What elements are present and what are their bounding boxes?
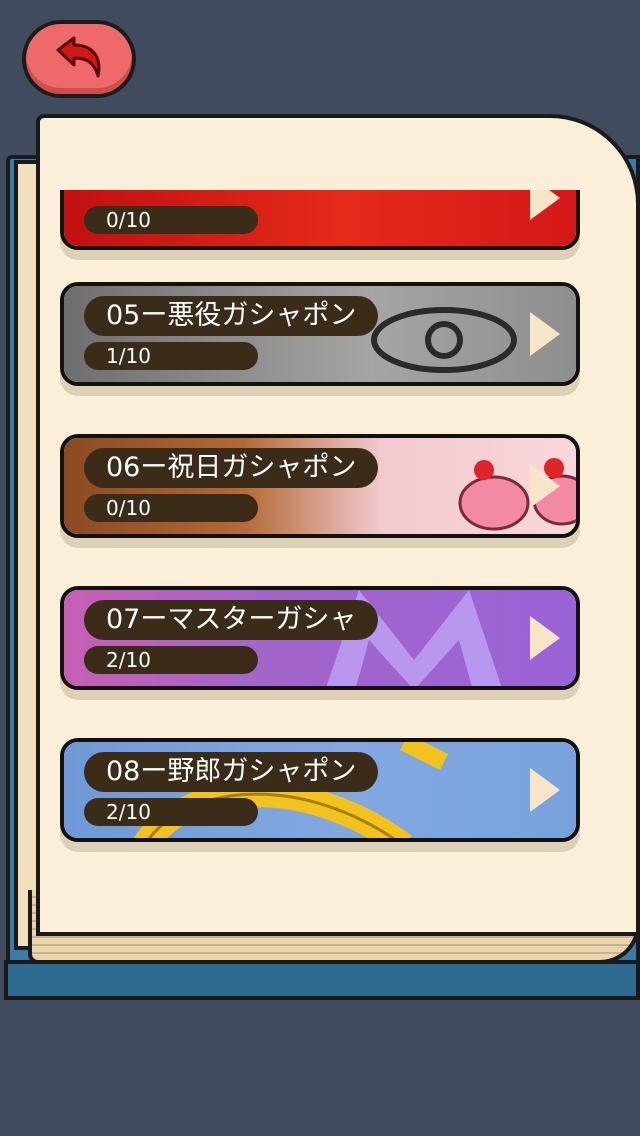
gacha-card-05[interactable]: 05ー悪役ガシャポン 1/10 [60, 282, 580, 386]
card-title: 05ー悪役ガシャポン [84, 296, 379, 336]
back-arrow-icon [56, 36, 101, 78]
play-arrow-icon [530, 312, 560, 356]
gacha-card-07[interactable]: 07ーマスターガシャ 2/10 [60, 586, 580, 690]
card-title: 06ー祝日ガシャポン [84, 448, 379, 488]
card-title: 08ー野郎ガシャポン [84, 752, 379, 792]
card-progress: 2/10 [84, 798, 258, 826]
card-progress: 0/10 [84, 494, 258, 522]
play-arrow-icon [530, 190, 560, 220]
gacha-card-08[interactable]: 08ー野郎ガシャポン 2/10 [60, 738, 580, 842]
card-progress: 1/10 [84, 342, 258, 370]
play-arrow-icon [530, 616, 560, 660]
gacha-card-06[interactable]: 06ー祝日ガシャポン 0/10 [60, 434, 580, 538]
card-progress: 2/10 [84, 646, 258, 674]
card-progress: 0/10 [84, 206, 258, 234]
play-arrow-icon [530, 464, 560, 508]
eye-illustration [371, 307, 517, 373]
gacha-list[interactable]: 0/10 05ー悪役ガシャポン 1/10 06ー祝日ガシャポン 0/10 07ー… [40, 190, 600, 880]
card-title: 07ーマスターガシャ [84, 600, 379, 640]
back-button[interactable] [22, 20, 136, 98]
book-cover-bottom [4, 960, 640, 1000]
play-arrow-icon [530, 768, 560, 812]
gacha-card-04[interactable]: 0/10 [60, 190, 580, 250]
